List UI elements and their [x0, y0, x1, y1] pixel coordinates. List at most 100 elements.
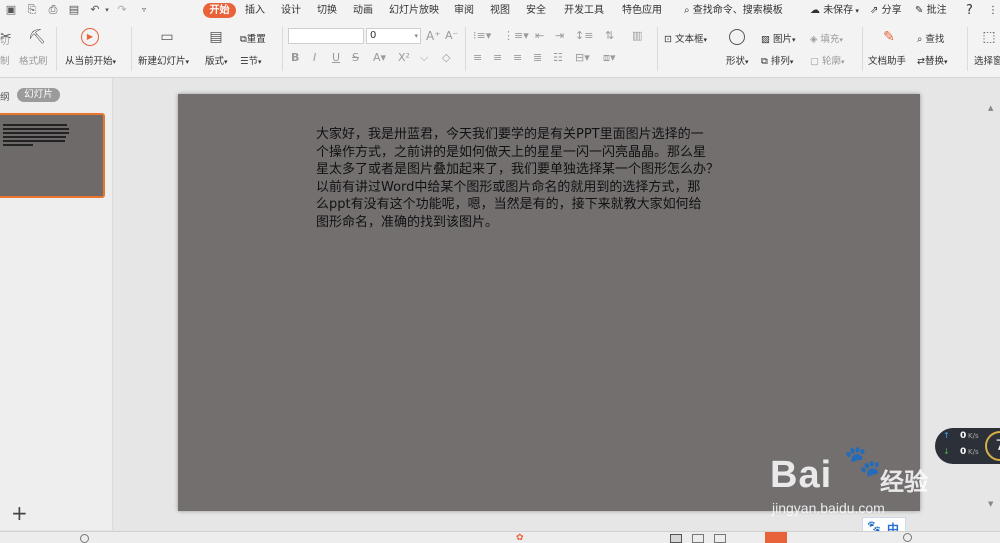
- outline-tab[interactable]: 纲: [0, 89, 10, 103]
- font-family-combo[interactable]: [288, 28, 364, 44]
- bold-icon[interactable]: B: [291, 51, 299, 64]
- clear-format-icon[interactable]: ◇: [442, 51, 450, 64]
- tab-insert[interactable]: 插入: [243, 3, 267, 18]
- undo-dropdown-icon[interactable]: ▾: [100, 3, 114, 17]
- align-text-icon[interactable]: ⊟▾: [575, 51, 590, 64]
- export-pdf-icon[interactable]: ⎘: [25, 3, 39, 17]
- search-icon: ⌕: [684, 5, 690, 16]
- reset-button[interactable]: ⧉重置: [240, 31, 266, 45]
- numbering-icon[interactable]: ⋮≡▾: [503, 29, 529, 42]
- underline-icon[interactable]: U: [332, 51, 340, 64]
- text-box-button[interactable]: ⊡ 文本框▾: [664, 31, 707, 45]
- format-painter-icon[interactable]: ⛏: [28, 29, 46, 45]
- replace-icon: ⇄: [917, 56, 925, 67]
- tab-developer[interactable]: 开发工具: [562, 3, 606, 18]
- find-button[interactable]: ⌕ 查找: [917, 31, 944, 45]
- bullets-icon[interactable]: ⁝≡▾: [473, 29, 491, 42]
- arrange-button[interactable]: ⧉ 排列▾: [761, 53, 793, 67]
- slides-tab[interactable]: 幻灯片: [17, 88, 60, 102]
- fill-button[interactable]: ◈ 填充▾: [810, 31, 843, 45]
- slide-text-box[interactable]: 大家好，我是卅蓝君，今天我们要学的是有关PPT里面图片选择的一 个操作方式，之前…: [316, 126, 756, 231]
- tab-transition[interactable]: 切换: [315, 3, 339, 18]
- doc-helper-icon[interactable]: ✎: [880, 29, 898, 45]
- slideshow-button[interactable]: [765, 532, 787, 543]
- tab-animation[interactable]: 动画: [351, 3, 375, 18]
- tab-security[interactable]: 安全: [524, 3, 548, 18]
- font-size-combo[interactable]: 0 ▾: [366, 28, 421, 44]
- ribbon-divider: [131, 27, 132, 71]
- share-button[interactable]: ⇗ 分享: [870, 3, 902, 18]
- slide-thumbnail[interactable]: [0, 113, 105, 198]
- watermark-url: jingyan.baidu.com: [772, 500, 885, 516]
- replace-button[interactable]: ⇄替换▾: [917, 53, 948, 67]
- align-center-icon[interactable]: ≡: [493, 51, 502, 64]
- align-right-icon[interactable]: ≡: [513, 51, 522, 64]
- share-icon: ⇗: [870, 5, 879, 16]
- font-color-icon[interactable]: A▾: [373, 51, 386, 64]
- shape-icon[interactable]: [729, 29, 745, 45]
- unsaved-status[interactable]: ☁ 未保存 ▾: [810, 3, 859, 18]
- slide-text-line: 大家好，我是卅蓝君，今天我们要学的是有关PPT里面图片选择的一: [316, 127, 704, 142]
- print-icon[interactable]: ⎙: [46, 3, 60, 17]
- select-pane-button[interactable]: 选择窗: [974, 53, 1000, 67]
- line-spacing-icon[interactable]: ↕≡: [575, 29, 593, 42]
- new-slide-icon[interactable]: ▭: [157, 29, 177, 45]
- baidu-watermark: Bai 🐾 经验 jingyan.baidu.com: [756, 436, 946, 526]
- customize-dropdown-icon[interactable]: ▿: [137, 3, 151, 17]
- smartart-icon[interactable]: ⧈▾: [603, 51, 616, 65]
- tab-home[interactable]: 开始: [203, 3, 236, 18]
- tab-review[interactable]: 审阅: [452, 3, 476, 18]
- shape-button[interactable]: 形状▾: [726, 53, 749, 67]
- layout-icon[interactable]: ▤: [207, 29, 225, 45]
- layout-button[interactable]: 版式▾: [205, 53, 228, 67]
- zoom-out-icon[interactable]: [903, 533, 912, 542]
- ribbon-divider: [465, 27, 466, 71]
- grow-font-icon[interactable]: A⁺: [426, 29, 441, 43]
- more-menu-icon[interactable]: ⋮: [988, 3, 998, 18]
- status-bar: ✿: [0, 531, 1000, 543]
- outline-button[interactable]: ▢ 轮廓▾: [810, 53, 845, 67]
- search-command[interactable]: ⌕ 查找命令、搜索模板: [684, 3, 783, 18]
- from-current-button[interactable]: 从当前开始▾: [65, 53, 116, 67]
- format-painter-button[interactable]: 格式刷: [19, 53, 48, 67]
- comment-button[interactable]: ✎ 批注: [915, 3, 947, 18]
- align-left-icon[interactable]: ≡: [473, 51, 482, 64]
- select-pane-icon[interactable]: ⬚: [980, 29, 998, 45]
- tab-features[interactable]: 特色应用: [620, 3, 664, 18]
- shrink-font-icon[interactable]: A⁻: [445, 29, 458, 42]
- doc-helper-button[interactable]: 文档助手: [868, 53, 906, 67]
- help-button[interactable]: ?: [966, 3, 973, 18]
- slide-text-line: 个操作方式，之前讲的是如何做天上的星星一闪一闪亮晶晶。那么星: [316, 144, 707, 160]
- save-icon[interactable]: ▣: [4, 3, 18, 17]
- picture-icon: ▨: [761, 34, 770, 45]
- justify-icon[interactable]: ≣: [533, 51, 542, 64]
- redo-icon[interactable]: ↷: [115, 3, 129, 17]
- more-font-icon[interactable]: ⌵: [420, 51, 428, 65]
- decrease-indent-icon[interactable]: ⇤: [535, 29, 544, 42]
- arrange-icon: ⧉: [761, 56, 768, 67]
- menu-bar: ▣ ⎘ ⎙ ▤ ↶ ▾ ↷ ▿ 开始 插入 设计 切换 动画 幻灯片放映 审阅 …: [0, 0, 1000, 21]
- scroll-up-icon[interactable]: ▲: [988, 104, 993, 112]
- columns-icon[interactable]: ▥: [632, 29, 642, 42]
- reset-icon: ⧉: [240, 34, 247, 45]
- play-icon[interactable]: ▶: [81, 28, 99, 46]
- speed-badge[interactable]: 7: [985, 431, 1000, 461]
- section-button[interactable]: ☰节▾: [240, 53, 262, 67]
- new-slide-button[interactable]: 新建幻灯片▾: [138, 53, 189, 67]
- italic-icon[interactable]: I: [313, 51, 316, 64]
- superscript-icon[interactable]: X²: [398, 51, 410, 64]
- tab-slideshow[interactable]: 幻灯片放映: [387, 3, 441, 18]
- tab-view[interactable]: 视图: [488, 3, 512, 18]
- distribute-icon[interactable]: ☷: [553, 51, 563, 64]
- print-preview-icon[interactable]: ▤: [67, 3, 81, 17]
- increase-indent-icon[interactable]: ⇥: [555, 29, 564, 42]
- slide-text-line: 么ppt有没有这个功能呢，嗯，当然是有的，接下来就教大家如何给: [316, 197, 702, 212]
- tab-design[interactable]: 设计: [279, 3, 303, 18]
- text-direction-icon[interactable]: ⇅: [605, 29, 614, 42]
- picture-button[interactable]: ▨ 图片▾: [761, 31, 796, 45]
- scroll-down-icon[interactable]: ▼: [988, 500, 993, 508]
- add-slide-button[interactable]: +: [11, 503, 28, 523]
- watermark-brand-cn: 经验: [880, 468, 928, 496]
- strikethrough-icon[interactable]: S: [352, 51, 359, 64]
- upload-speed: 0: [960, 431, 967, 441]
